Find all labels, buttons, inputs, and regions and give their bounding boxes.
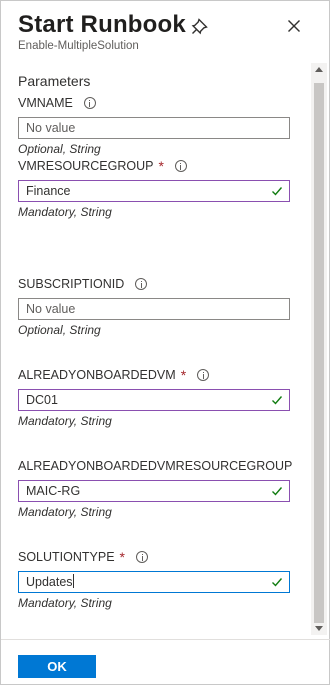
param-label: ALREADYONBOARDEDVM xyxy=(18,368,176,382)
required-marker: * xyxy=(180,367,187,383)
checkmark-icon xyxy=(272,578,283,587)
param-hint: Mandatory, String xyxy=(18,205,112,219)
param-hint: Mandatory, String xyxy=(18,505,112,519)
required-marker: * xyxy=(119,549,125,565)
info-icon[interactable] xyxy=(174,160,187,172)
info-icon[interactable] xyxy=(135,278,148,290)
vmresourcegroup-input[interactable]: Finance xyxy=(18,180,290,202)
info-icon[interactable] xyxy=(197,369,210,381)
param-hint: Optional, String xyxy=(18,142,101,156)
start-runbook-blade: Start Runbook Enable-MultipleSolution Pa… xyxy=(0,0,330,685)
solutiontype-input[interactable]: Updates xyxy=(18,571,290,593)
input-placeholder: No value xyxy=(26,302,76,316)
param-hint: Mandatory, String xyxy=(18,596,112,610)
required-marker: * xyxy=(158,158,164,174)
scrollbar-thumb[interactable] xyxy=(314,83,324,623)
blade-footer: OK xyxy=(1,639,330,685)
alreadyonboardedvm-input[interactable]: DC01 xyxy=(18,389,290,411)
vertical-scrollbar[interactable] xyxy=(311,63,327,635)
vmname-input[interactable]: No value xyxy=(18,117,290,139)
param-hint: Optional, String xyxy=(18,323,101,337)
param-subscriptionid: SUBSCRIPTIONID No value Optional, String xyxy=(18,275,303,337)
parameters-heading: Parameters xyxy=(18,73,91,89)
text-caret xyxy=(72,574,74,588)
param-label: SUBSCRIPTIONID xyxy=(18,277,125,291)
alreadyonboardedvmresourcegroup-input[interactable]: MAIC-RG xyxy=(18,480,290,502)
close-icon[interactable] xyxy=(284,16,304,36)
checkmark-icon xyxy=(272,487,283,496)
scroll-down-arrow-icon[interactable] xyxy=(315,626,323,631)
subscriptionid-input[interactable]: No value xyxy=(18,298,290,320)
input-value: Finance xyxy=(26,184,71,198)
ok-button[interactable]: OK xyxy=(18,655,96,678)
pin-icon[interactable] xyxy=(190,16,210,36)
input-value: Updates xyxy=(26,575,73,589)
parameters-panel: Parameters VMNAME No value Optional, Str… xyxy=(1,61,311,636)
param-vmresourcegroup: VMRESOURCEGROUP * Finance Mandatory, Str… xyxy=(18,157,303,219)
param-hint: Mandatory, String xyxy=(18,414,112,428)
info-icon[interactable] xyxy=(83,97,96,109)
param-alreadyonboardedvm: ALREADYONBOARDEDVM * DC01 Mandatory, Str… xyxy=(18,366,303,428)
param-label: SOLUTIONTYPE xyxy=(18,550,115,564)
input-value: DC01 xyxy=(26,393,58,407)
checkmark-icon xyxy=(272,396,283,405)
param-label: ALREADYONBOARDEDVMRESOURCEGROUP xyxy=(18,459,293,473)
param-alreadyonboardedvmresourcegroup: ALREADYONBOARDEDVMRESOURCEGROUP * MAIC-R… xyxy=(18,457,303,519)
param-label: VMNAME xyxy=(18,96,73,110)
blade-title: Start Runbook xyxy=(18,11,186,38)
param-label: VMRESOURCEGROUP xyxy=(18,159,154,173)
input-value: MAIC-RG xyxy=(26,484,81,498)
param-solutiontype: SOLUTIONTYPE * Updates Mandatory, String xyxy=(18,548,303,610)
checkmark-icon xyxy=(272,187,283,196)
scroll-up-arrow-icon[interactable] xyxy=(315,67,323,72)
input-placeholder: No value xyxy=(26,121,76,135)
info-icon[interactable] xyxy=(136,551,148,563)
blade-subtitle: Enable-MultipleSolution xyxy=(18,40,139,52)
param-vmname: VMNAME No value Optional, String xyxy=(18,94,303,156)
